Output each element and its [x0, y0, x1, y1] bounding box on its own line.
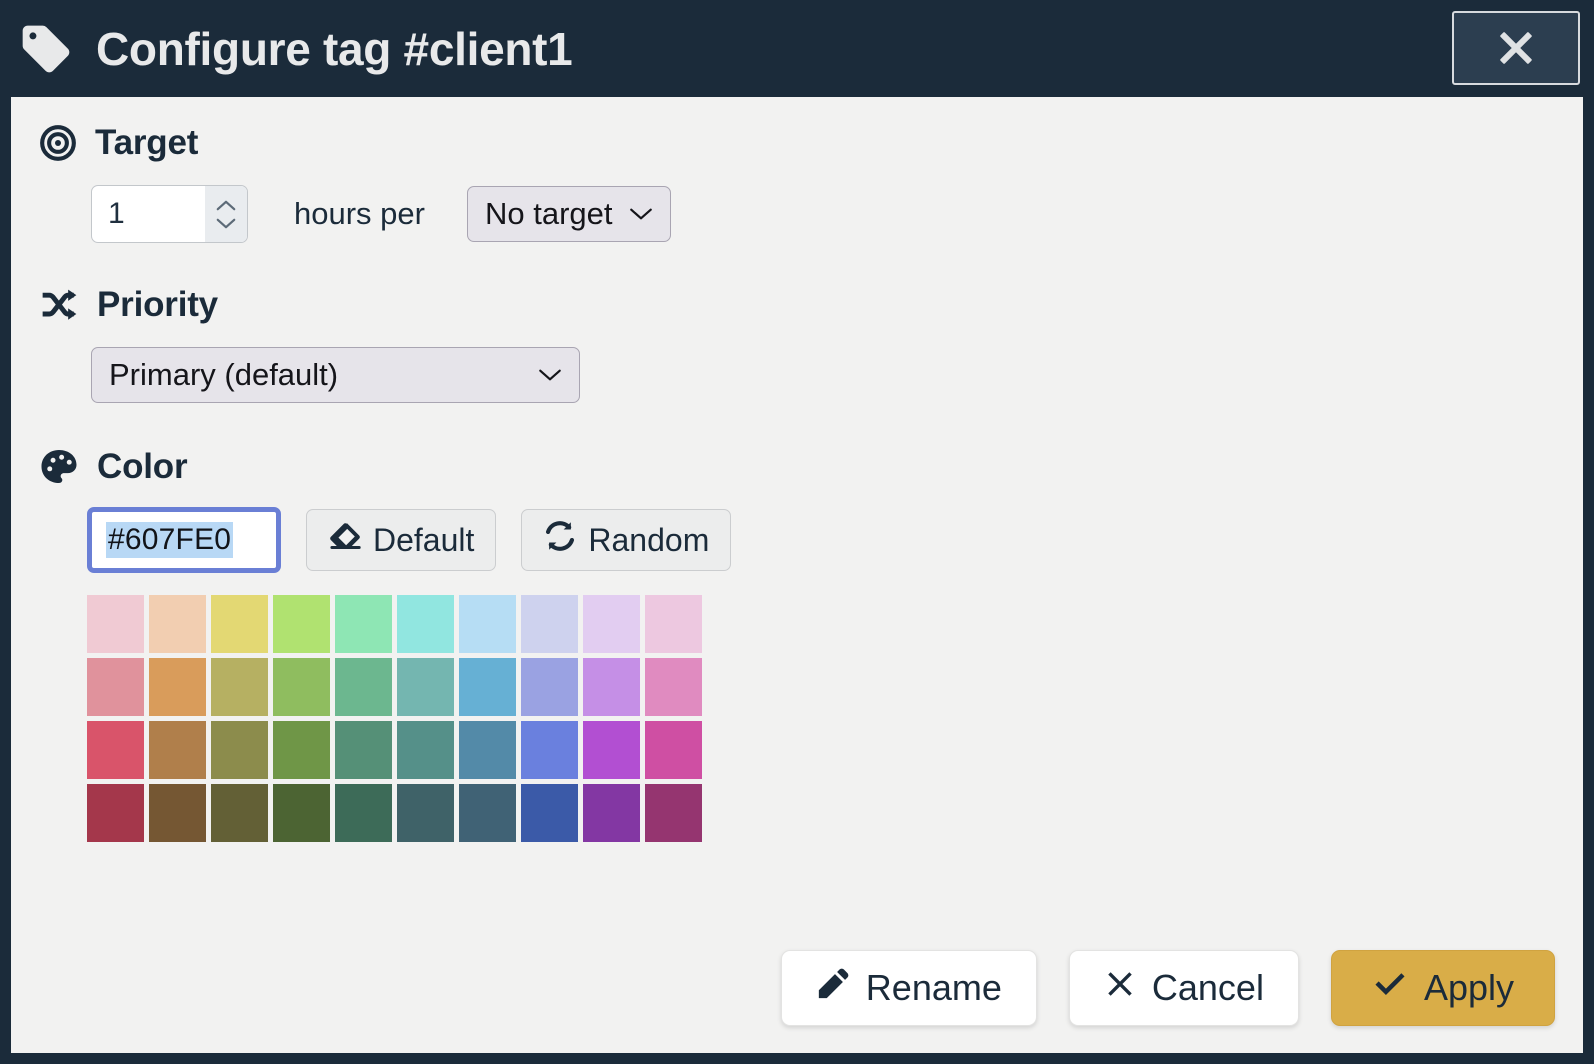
color-swatch[interactable]	[211, 658, 268, 716]
target-amount-value[interactable]: 1	[92, 186, 205, 242]
target-period-select[interactable]: No target	[466, 186, 671, 242]
check-icon	[1372, 967, 1408, 1009]
color-swatch-grid	[87, 595, 702, 842]
color-swatch[interactable]	[273, 721, 330, 779]
color-swatch[interactable]	[521, 784, 578, 842]
color-swatch[interactable]	[583, 595, 640, 653]
dialog-title: Configure tag #client1	[96, 22, 573, 75]
color-controls-row: #607FE0 Default Random	[87, 507, 1555, 573]
color-swatch[interactable]	[273, 658, 330, 716]
chevron-down-icon	[537, 367, 563, 383]
cancel-label: Cancel	[1151, 967, 1264, 1008]
color-swatch[interactable]	[397, 595, 454, 653]
color-swatch[interactable]	[583, 658, 640, 716]
color-swatch[interactable]	[335, 658, 392, 716]
x-icon	[1104, 967, 1136, 1009]
color-swatch[interactable]	[149, 784, 206, 842]
chevron-down-icon	[216, 218, 236, 228]
target-controls-row: 1 hours per No target	[39, 185, 1555, 243]
palette-icon	[39, 448, 79, 486]
dialog-footer: Rename Cancel Apply	[39, 950, 1555, 1053]
color-swatch[interactable]	[645, 784, 702, 842]
color-swatch[interactable]	[583, 721, 640, 779]
color-swatch[interactable]	[211, 595, 268, 653]
color-swatch[interactable]	[397, 721, 454, 779]
priority-value: Primary (default)	[109, 357, 339, 392]
color-swatch[interactable]	[459, 721, 516, 779]
color-swatch[interactable]	[459, 595, 516, 653]
priority-section-header: Priority	[39, 285, 1555, 325]
color-swatch[interactable]	[397, 658, 454, 716]
color-section: Color #607FE0 Default Random	[39, 447, 1555, 842]
dialog-titlebar: Configure tag #client1	[0, 0, 1594, 97]
color-swatch[interactable]	[87, 721, 144, 779]
priority-select[interactable]: Primary (default)	[91, 347, 580, 403]
target-unit-label: hours per	[294, 196, 425, 231]
close-button[interactable]	[1452, 11, 1580, 85]
color-swatch[interactable]	[335, 784, 392, 842]
color-heading: Color	[97, 447, 188, 486]
color-swatch[interactable]	[149, 658, 206, 716]
chevron-down-icon	[628, 206, 654, 222]
eraser-icon	[328, 521, 362, 559]
target-heading: Target	[95, 123, 199, 162]
stepper-arrows[interactable]	[205, 186, 247, 242]
color-swatch[interactable]	[149, 721, 206, 779]
color-swatch[interactable]	[521, 658, 578, 716]
color-swatch[interactable]	[335, 721, 392, 779]
target-amount-stepper[interactable]: 1	[91, 185, 248, 243]
apply-label: Apply	[1423, 967, 1514, 1008]
rename-label: Rename	[865, 967, 1002, 1008]
target-section-header: Target	[39, 123, 1555, 163]
cancel-button[interactable]: Cancel	[1068, 950, 1299, 1026]
color-swatch[interactable]	[459, 784, 516, 842]
apply-button[interactable]: Apply	[1330, 950, 1555, 1026]
color-swatch[interactable]	[521, 595, 578, 653]
target-section: Target 1 hours per No target	[39, 123, 1555, 243]
color-swatch[interactable]	[583, 784, 640, 842]
target-period-value: No target	[484, 196, 613, 231]
color-hex-input[interactable]: #607FE0	[87, 507, 281, 573]
color-swatch[interactable]	[645, 658, 702, 716]
pencil-icon	[816, 967, 850, 1010]
color-swatch[interactable]	[273, 595, 330, 653]
color-swatch[interactable]	[87, 658, 144, 716]
color-hex-value: #607FE0	[106, 522, 234, 558]
color-swatch[interactable]	[521, 721, 578, 779]
rename-button[interactable]: Rename	[780, 950, 1037, 1026]
color-swatch[interactable]	[211, 721, 268, 779]
shuffle-icon	[39, 287, 79, 323]
close-icon	[1494, 26, 1538, 70]
color-swatch[interactable]	[149, 595, 206, 653]
color-section-header: Color	[39, 447, 1555, 487]
color-random-label: Random	[588, 521, 710, 558]
color-swatch[interactable]	[87, 595, 144, 653]
dialog-body: Target 1 hours per No target Priority Pr…	[11, 97, 1583, 1053]
target-icon	[39, 124, 77, 162]
color-swatch[interactable]	[273, 784, 330, 842]
color-swatch[interactable]	[87, 784, 144, 842]
color-default-label: Default	[373, 521, 475, 558]
color-random-button[interactable]: Random	[521, 509, 732, 571]
color-swatch[interactable]	[645, 595, 702, 653]
color-swatch[interactable]	[335, 595, 392, 653]
priority-section: Priority Primary (default)	[39, 285, 1555, 403]
color-swatch[interactable]	[459, 658, 516, 716]
tag-icon	[18, 21, 74, 77]
color-swatch[interactable]	[211, 784, 268, 842]
chevron-up-icon	[216, 200, 236, 210]
refresh-icon	[543, 520, 577, 560]
color-swatch[interactable]	[397, 784, 454, 842]
configure-tag-dialog: Configure tag #client1 Target 1 hours pe…	[0, 0, 1594, 1064]
color-default-button[interactable]: Default	[306, 509, 497, 571]
color-swatch[interactable]	[645, 721, 702, 779]
titlebar-left: Configure tag #client1	[18, 21, 573, 77]
priority-heading: Priority	[97, 285, 218, 324]
